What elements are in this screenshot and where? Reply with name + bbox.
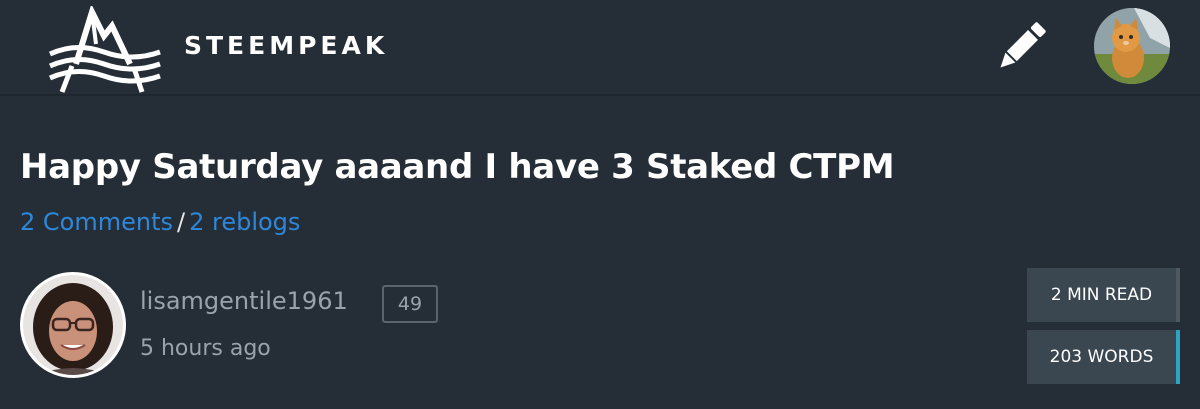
read-time-badge: 2 MIN READ <box>1027 268 1180 322</box>
author-photo-icon <box>23 275 123 375</box>
word-count-badge: 203 WORDS <box>1027 330 1180 384</box>
write-post-button[interactable] <box>990 16 1052 78</box>
top-header: STEEMPEAK <box>0 0 1200 96</box>
post-title: Happy Saturday aaaand I have 3 Staked CT… <box>20 147 895 187</box>
pencil-icon <box>1000 22 1046 68</box>
post-timestamp: 5 hours ago <box>140 336 271 361</box>
brand-name[interactable]: STEEMPEAK <box>184 31 388 61</box>
reputation-badge: 49 <box>382 285 438 323</box>
reblogs-link[interactable]: 2 reblogs <box>189 208 300 236</box>
author-avatar[interactable] <box>20 272 126 378</box>
post-meta-links: 2 Comments/2 reblogs <box>20 205 300 239</box>
user-avatar[interactable] <box>1094 8 1170 84</box>
page: STEEMPEAK Happy Saturday aaaand I have 3… <box>0 0 1200 409</box>
author-name-link[interactable]: lisamgentile1961 <box>140 284 348 318</box>
kitten-avatar-icon <box>1094 8 1170 84</box>
comments-link[interactable]: 2 Comments <box>20 208 173 236</box>
meta-separator: / <box>177 208 186 236</box>
steempeak-logo-icon[interactable] <box>46 6 166 96</box>
